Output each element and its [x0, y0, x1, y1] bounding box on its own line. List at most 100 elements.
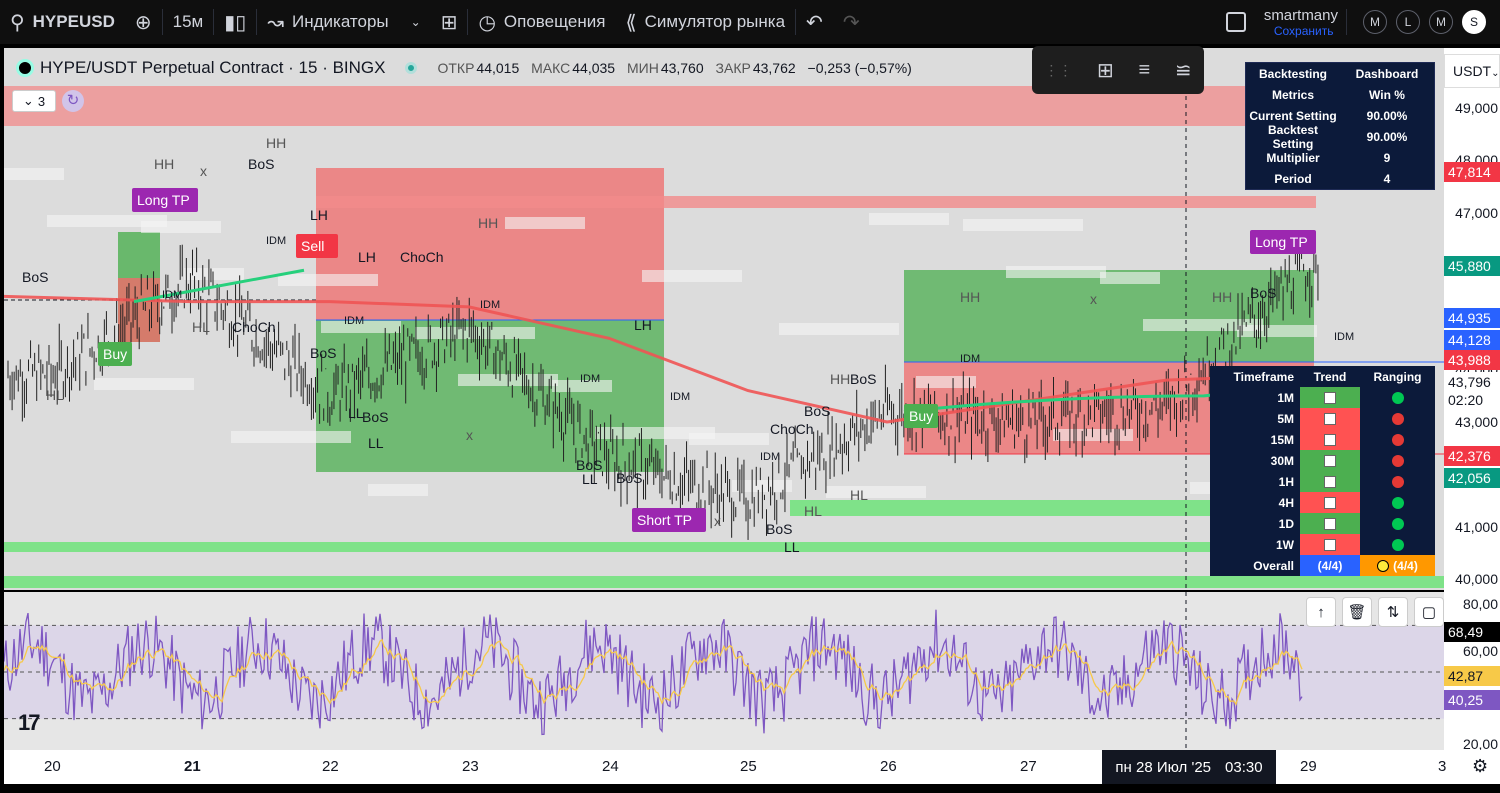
timeframe-row: 15M — [1210, 429, 1435, 450]
timeframe-label: 30M — [1270, 453, 1294, 468]
grid-icon: ⊞ — [440, 11, 458, 34]
interval-button[interactable]: 15м — [163, 0, 214, 44]
symbol-label: HYPEUSD — [32, 12, 115, 31]
symbol-title[interactable]: HYPE/USDT Perpetual Contract · 15 · BING… — [40, 58, 385, 78]
currency-label: USDT — [1453, 63, 1492, 79]
timeframe-label: 1D — [1278, 516, 1294, 531]
structure-label: LH — [358, 249, 376, 265]
structure-label: IDM — [344, 315, 364, 327]
save-link[interactable]: Сохранить — [1274, 24, 1334, 38]
square-icon — [1225, 12, 1246, 32]
profile-button-2[interactable]: L — [1396, 10, 1420, 34]
ranging-cell — [1360, 471, 1435, 492]
structure-label: LL — [582, 471, 598, 487]
time-tick: 25 — [740, 758, 757, 775]
redo-button[interactable]: ↷ — [833, 0, 870, 44]
price-axis[interactable]: USDT⌄ 49,00048,00047,00046,00045,00044,0… — [1444, 48, 1500, 752]
resistance-band — [316, 196, 1316, 208]
status-dot-icon — [1391, 517, 1404, 530]
overall-ranging-value: (4/4) — [1393, 558, 1418, 573]
profile-button-1[interactable]: M — [1363, 10, 1387, 34]
chevron-down-icon: ⌄ — [1491, 68, 1500, 79]
price-tag: 47,814 — [1444, 162, 1500, 182]
time-tick: 29 — [1300, 758, 1317, 775]
trading-app: ⚲ HYPEUSD ⊕ 15м ▮▯ ↝ Индикаторы ⌄ ⊞ ◷ Оп… — [0, 0, 1500, 793]
trend-lines-icon[interactable]: ≌ — [1175, 58, 1192, 83]
undo-button[interactable]: ↶ — [796, 0, 833, 44]
order-block — [505, 217, 585, 229]
open-value: 44,015 — [476, 60, 520, 76]
redo-icon: ↷ — [842, 11, 860, 34]
structure-label: LL — [368, 435, 384, 451]
refresh-icon[interactable]: ↻ — [62, 90, 84, 112]
compare-button[interactable]: ⊕ — [125, 0, 162, 44]
overall-trend: (4/4) — [1300, 555, 1360, 576]
structure-label: HL — [192, 319, 210, 335]
fullscreen-toggle[interactable] — [1216, 0, 1256, 44]
structure-label: BoS — [766, 521, 792, 537]
structure-label: x — [200, 163, 207, 179]
alerts-button[interactable]: ◷ Оповещения — [468, 0, 615, 44]
collapse-icon[interactable]: ⇅ — [1378, 597, 1408, 627]
rsi-pane[interactable]: 17 — [4, 592, 1444, 750]
indicators-toggle[interactable]: ⌄ 3 — [12, 90, 56, 112]
metric-name: Period — [1274, 171, 1312, 186]
price-tag: 42,056 — [1444, 468, 1500, 488]
trend-cell — [1300, 408, 1360, 429]
alarm-icon: ◷ — [478, 11, 496, 34]
lines-icon[interactable]: ≡ — [1138, 59, 1150, 82]
order-block — [1100, 272, 1160, 284]
ranging-cell — [1360, 450, 1435, 471]
maximize-icon[interactable]: ▢ — [1414, 597, 1444, 627]
currency-select[interactable]: USDT⌄ — [1444, 54, 1500, 88]
metric-name: Metrics — [1271, 87, 1315, 102]
structure-label: ChoCh — [770, 421, 814, 437]
order-block — [1006, 266, 1106, 278]
plus-circle-icon: ⊕ — [134, 11, 152, 34]
chevron-down-icon: ⌄ — [22, 93, 34, 108]
settings-icon[interactable]: ⚙ — [1472, 756, 1488, 777]
user-menu[interactable]: smartmany Сохранить — [1256, 0, 1346, 44]
replay-label: Симулятор рынка — [644, 12, 786, 31]
drag-handle-icon[interactable]: ⋮⋮ — [1044, 62, 1072, 79]
symbol-search[interactable]: ⚲ HYPEUSD — [0, 0, 125, 44]
timeframe-row: 1M — [1210, 387, 1435, 408]
replay-button[interactable]: ⟪ Симулятор рынка — [615, 0, 795, 44]
signal-label: Short TP — [637, 512, 692, 528]
top-toolbar: ⚲ HYPEUSD ⊕ 15м ▮▯ ↝ Индикаторы ⌄ ⊞ ◷ Оп… — [0, 0, 1500, 44]
price-tick: 41,000 — [1455, 518, 1498, 535]
tradingview-logo[interactable]: 17 — [18, 710, 41, 736]
structure-label: HH — [478, 215, 498, 231]
profile-button-4[interactable]: S — [1462, 10, 1486, 34]
status-dot-icon — [1391, 391, 1404, 404]
metric-name: Current Setting — [1249, 108, 1337, 123]
username: smartmany — [1263, 6, 1338, 24]
undo-icon: ↶ — [806, 11, 823, 34]
structure-label: BoS — [310, 345, 336, 361]
arrow-up-icon[interactable]: ↑ — [1306, 597, 1336, 627]
trash-icon[interactable]: 🗑 — [1342, 597, 1372, 627]
timeframe-row: 1D — [1210, 513, 1435, 534]
structure-label: x — [714, 513, 721, 529]
price-tag: 43,988 — [1444, 350, 1500, 370]
order-block — [869, 213, 949, 225]
profile-button-3[interactable]: M — [1429, 10, 1453, 34]
indicators-button[interactable]: ↝ Индикаторы ⌄ — [257, 0, 430, 44]
backtest-dashboard: Backtesting Dashboard Metrics Win % Curre… — [1245, 62, 1435, 190]
structure-label: ChoCh — [400, 249, 444, 265]
trend-cell — [1300, 471, 1360, 492]
close-label: ЗАКР — [715, 60, 751, 76]
rsi-chart[interactable] — [4, 592, 1444, 750]
time-axis[interactable]: 20 21 22 23 24 25 26 27 29 3 пн 28 Июл '25 03:30 … — [4, 750, 1500, 784]
chart-type-button[interactable]: ▮▯ — [214, 0, 256, 44]
floating-tools-panel: ⋮⋮ ⊞ ≡ ≌ — [1032, 46, 1204, 94]
layouts-button[interactable]: ⊞ — [431, 0, 468, 44]
ranging-cell — [1360, 513, 1435, 534]
fork-icon[interactable]: ⊞ — [1097, 58, 1114, 83]
status-dot-icon — [1391, 475, 1404, 488]
low-label: МИН — [626, 60, 659, 76]
price-tag: 42,376 — [1444, 446, 1500, 466]
structure-label: IDM — [1334, 331, 1354, 343]
indicators-label: Индикаторы — [292, 12, 389, 31]
rsi-tick: 80,00 — [1462, 596, 1498, 612]
